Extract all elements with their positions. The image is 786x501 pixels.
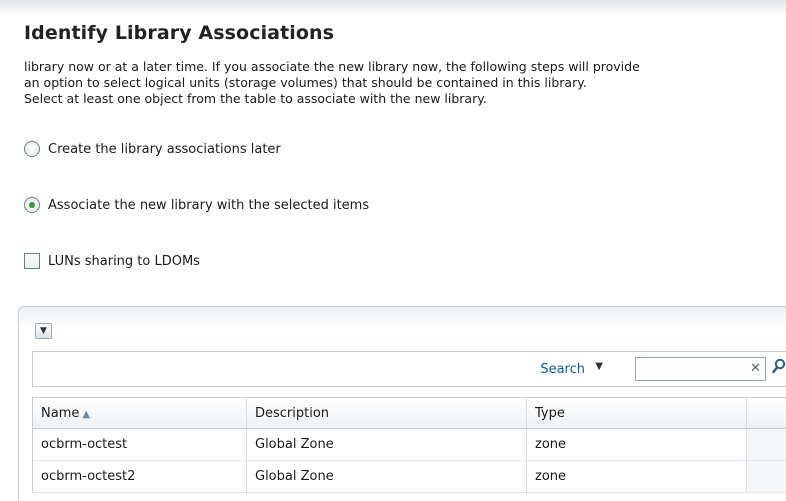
cell-type: zone (527, 429, 747, 461)
cell-filler (747, 429, 786, 461)
luns-sharing-option[interactable]: LUNs sharing to LDOMs (24, 253, 200, 269)
luns-sharing-label: LUNs sharing to LDOMs (48, 253, 200, 269)
associations-table: Name ▲ Description Type ocbrm-octest Glob… (32, 397, 786, 493)
cell-description: Global Zone (247, 461, 527, 493)
search-dropdown-icon[interactable]: ▼ (595, 361, 603, 372)
associate-option[interactable]: Associate the new library with the selec… (24, 197, 369, 213)
associations-table-panel: ▼ Search ▼ ✕ Name ▲ Description Type ocb… (18, 306, 786, 501)
description-line: library now or at a later time. If you a… (24, 59, 640, 74)
sort-ascending-icon[interactable]: ▲ (82, 409, 90, 420)
table-header-row: Name ▲ Description Type (32, 397, 786, 429)
column-header-name[interactable]: Name ▲ (32, 397, 247, 429)
create-later-label: Create the library associations later (48, 141, 281, 157)
cell-filler (747, 461, 786, 493)
associate-label: Associate the new library with the selec… (48, 197, 370, 213)
description-line: Select at least one object from the tabl… (24, 91, 487, 106)
search-input[interactable]: ✕ (635, 357, 766, 381)
page-description: library now or at a later time. If you a… (24, 59, 784, 107)
create-later-option[interactable]: Create the library associations later (24, 141, 281, 157)
column-header-description[interactable]: Description (247, 397, 527, 429)
clear-icon[interactable]: ✕ (750, 361, 761, 376)
top-shade (0, 0, 786, 14)
table-menu-button[interactable]: ▼ (35, 323, 52, 339)
create-later-radio[interactable] (24, 141, 40, 157)
column-header-filler (747, 397, 786, 429)
magnifier-icon (772, 358, 786, 374)
description-line: an option to select logical units (stora… (24, 75, 587, 90)
column-header-type[interactable]: Type (527, 397, 747, 429)
column-header-label: Type (535, 406, 565, 421)
associate-radio[interactable] (24, 197, 40, 213)
cell-name: ocbrm-octest (32, 429, 247, 461)
table-row[interactable]: ocbrm-octest Global Zone zone (32, 429, 786, 461)
table-row[interactable]: ocbrm-octest2 Global Zone zone (32, 461, 786, 493)
column-header-label: Description (255, 406, 330, 421)
column-header-label: Name (41, 406, 80, 421)
search-button[interactable] (770, 358, 786, 380)
cell-description: Global Zone (247, 429, 527, 461)
search-toolbar: Search ▼ ✕ (32, 351, 786, 387)
luns-sharing-checkbox[interactable] (24, 253, 40, 269)
cell-type: zone (527, 461, 747, 493)
page-title: Identify Library Associations (24, 22, 335, 44)
chevron-down-icon: ▼ (40, 326, 47, 336)
cell-name: ocbrm-octest2 (32, 461, 247, 493)
search-label: Search (540, 362, 585, 377)
